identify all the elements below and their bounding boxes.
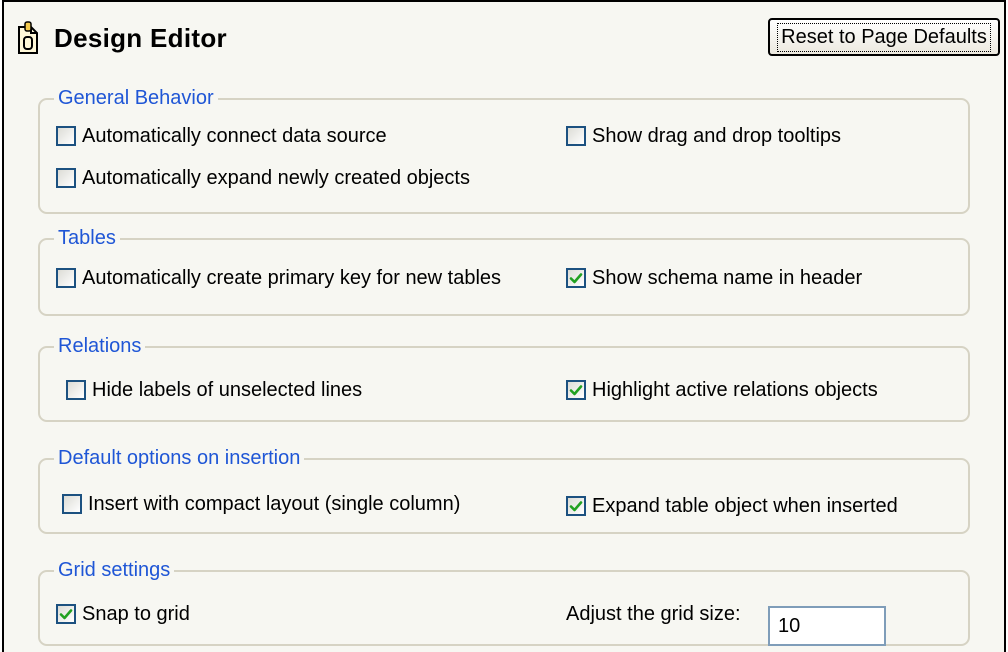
option-label: Highlight active relations objects	[592, 378, 878, 401]
group-legend: General Behavior	[54, 84, 218, 112]
hide-labels-option[interactable]: Hide labels of unselected lines	[66, 376, 362, 404]
option-label: Show drag and drop tooltips	[592, 124, 842, 147]
group-legend: Relations	[54, 332, 146, 360]
grid-settings-group: Grid settings Snap to grid Adjust the gr…	[38, 556, 970, 646]
reset-to-page-defaults-button[interactable]: Reset to Page Defaults	[768, 18, 1000, 56]
schema-name-checkbox[interactable]	[566, 268, 586, 288]
option-label: Hide labels of unselected lines	[92, 378, 363, 401]
snap-to-grid-checkbox[interactable]	[56, 604, 76, 624]
reset-button-label: Reset to Page Defaults	[777, 22, 991, 52]
option-label: Snap to grid	[82, 602, 190, 625]
option-label: Show schema name in header	[592, 266, 863, 289]
design-editor-panel: Design Editor Reset to Page Defaults Gen…	[2, 0, 1006, 652]
checkmark-icon	[59, 609, 73, 620]
highlight-relations-option[interactable]: Highlight active relations objects	[566, 376, 878, 404]
option-label: Automatically connect data source	[82, 124, 387, 147]
grid-size-label-text: Adjust the grid size:	[566, 602, 741, 625]
compact-layout-checkbox[interactable]	[62, 494, 82, 514]
expand-table-option[interactable]: Expand table object when inserted	[566, 492, 898, 520]
primary-key-checkbox[interactable]	[56, 268, 76, 288]
grid-size-input[interactable]	[768, 606, 886, 646]
page-title: Design Editor	[54, 22, 227, 53]
snap-to-grid-option[interactable]: Snap to grid	[56, 600, 190, 628]
checkmark-icon	[569, 273, 583, 284]
tables-group: Tables Automatically create primary key …	[38, 224, 970, 316]
relations-group: Relations Hide labels of unselected line…	[38, 332, 970, 422]
option-label: Insert with compact layout (single colum…	[88, 492, 461, 515]
drag-tooltips-checkbox[interactable]	[566, 126, 586, 146]
highlight-relations-checkbox[interactable]	[566, 380, 586, 400]
auto-expand-option[interactable]: Automatically expand newly created objec…	[56, 164, 470, 192]
checkmark-icon	[569, 385, 583, 396]
auto-connect-checkbox[interactable]	[56, 126, 76, 146]
checkmark-icon	[569, 501, 583, 512]
group-legend: Tables	[54, 224, 120, 252]
document-icon	[18, 21, 38, 54]
compact-layout-option[interactable]: Insert with compact layout (single colum…	[62, 490, 460, 518]
auto-expand-checkbox[interactable]	[56, 168, 76, 188]
page-header: Design Editor	[16, 16, 227, 60]
schema-name-option[interactable]: Show schema name in header	[566, 264, 862, 292]
grid-size-label: Adjust the grid size:	[566, 600, 741, 628]
expand-table-checkbox[interactable]	[566, 496, 586, 516]
option-label: Automatically create primary key for new…	[82, 266, 502, 289]
primary-key-option[interactable]: Automatically create primary key for new…	[56, 264, 501, 292]
group-legend: Grid settings	[54, 556, 175, 584]
general-behavior-group: General Behavior Automatically connect d…	[38, 84, 970, 214]
drag-tooltips-option[interactable]: Show drag and drop tooltips	[566, 122, 841, 150]
hide-labels-checkbox[interactable]	[66, 380, 86, 400]
option-label: Automatically expand newly created objec…	[82, 166, 470, 189]
option-label: Expand table object when inserted	[592, 494, 898, 517]
auto-connect-option[interactable]: Automatically connect data source	[56, 122, 387, 150]
insertion-options-group: Default options on insertion Insert with…	[38, 444, 970, 534]
group-legend: Default options on insertion	[54, 444, 305, 472]
